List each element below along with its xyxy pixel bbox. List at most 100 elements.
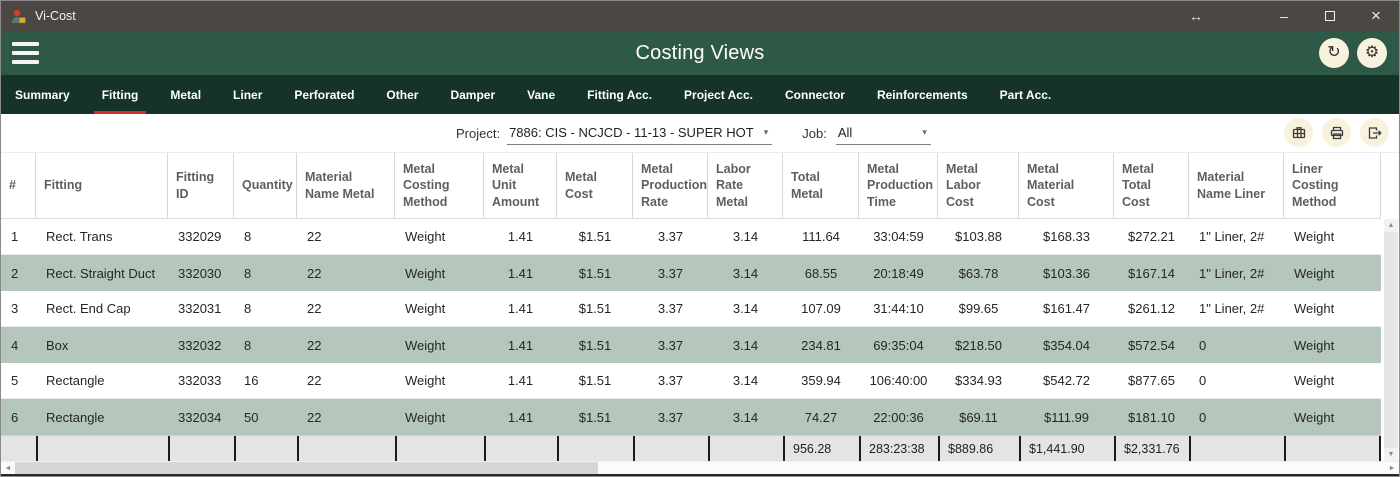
tab-connector[interactable]: Connector — [785, 75, 845, 114]
job-label: Job: — [802, 126, 827, 141]
column-header-metal-production-rate[interactable]: Metal Production Rate — [633, 153, 708, 218]
tab-vane[interactable]: Vane — [527, 75, 555, 114]
column-header-metal-production-time[interactable]: Metal Production Time — [859, 153, 938, 218]
column-header-metal-unit-amount[interactable]: Metal Unit Amount — [484, 153, 557, 218]
vertical-scrollbar[interactable]: ▲ ▼ — [1384, 219, 1398, 461]
table-cell: 332032 — [168, 327, 234, 363]
table-cell: 234.81 — [783, 327, 859, 363]
table-cell: 1.41 — [484, 219, 557, 254]
table-cell: 3.14 — [708, 399, 783, 435]
column-header-labor-rate-metal[interactable]: Labor Rate Metal — [708, 153, 783, 218]
scroll-left-icon[interactable]: ◄ — [1, 462, 15, 474]
table-cell: $572.54 — [1114, 327, 1189, 363]
column-header-metal-total-cost[interactable]: Metal Total Cost — [1114, 153, 1189, 218]
table-cell: 33:04:59 — [859, 219, 938, 254]
tab-perforated[interactable]: Perforated — [294, 75, 354, 114]
tab-reinforcements[interactable]: Reinforcements — [877, 75, 968, 114]
table-cell: 107.09 — [783, 291, 859, 326]
table-cell: $103.88 — [938, 219, 1019, 254]
table-cell: 5 — [1, 363, 36, 398]
totals-cell — [484, 436, 557, 461]
tab-other[interactable]: Other — [386, 75, 418, 114]
gear-icon: ⚙ — [1365, 45, 1379, 61]
column-header-material-name-liner[interactable]: Material Name Liner — [1189, 153, 1284, 218]
table-cell: 3.14 — [708, 219, 783, 254]
totals-cell — [1189, 436, 1284, 461]
project-dropdown[interactable]: 7886: CIS - NCJCD - 11-13 - SUPER HOT ▾ — [507, 122, 772, 145]
table-row[interactable]: 3Rect. End Cap332031822Weight1.41$1.513.… — [1, 291, 1381, 327]
table-cell: 3.37 — [633, 219, 708, 254]
column-header-metal-material-cost[interactable]: Metal Material Cost — [1019, 153, 1114, 218]
column-header-metal-costing-method[interactable]: Metal Costing Method — [395, 153, 484, 218]
table-cell: Rect. Trans — [36, 219, 168, 254]
tab-part-acc[interactable]: Part Acc. — [1000, 75, 1052, 114]
tab-fitting[interactable]: Fitting — [102, 75, 139, 114]
scroll-right-icon[interactable]: ► — [1385, 462, 1399, 474]
vertical-scrollbar-thumb[interactable] — [1384, 232, 1398, 448]
table-cell: 359.94 — [783, 363, 859, 398]
column-header-metal-cost[interactable]: Metal Cost — [557, 153, 633, 218]
scroll-down-icon[interactable]: ▼ — [1388, 448, 1395, 461]
maximize-button[interactable] — [1307, 1, 1353, 31]
column-header-total-metal[interactable]: Total Metal — [783, 153, 859, 218]
export-arrow-icon — [1367, 125, 1383, 141]
column-header-[interactable]: # — [1, 153, 36, 218]
table-row[interactable]: 1Rect. Trans332029822Weight1.41$1.513.37… — [1, 219, 1381, 255]
export-button[interactable] — [1360, 118, 1389, 147]
tab-liner[interactable]: Liner — [233, 75, 262, 114]
scroll-up-icon[interactable]: ▲ — [1388, 219, 1395, 232]
close-button[interactable]: × — [1353, 1, 1399, 31]
totals-cell — [1, 436, 36, 461]
table-row[interactable]: 2Rect. Straight Duct332030822Weight1.41$… — [1, 255, 1381, 291]
table-cell: $168.33 — [1019, 219, 1114, 254]
table-cell: $167.14 — [1114, 255, 1189, 291]
totals-cell — [708, 436, 783, 461]
table-cell: 1.41 — [484, 291, 557, 326]
table-cell: $1.51 — [557, 219, 633, 254]
print-button[interactable] — [1322, 118, 1351, 147]
table-cell: 332034 — [168, 399, 234, 435]
tab-fitting-acc[interactable]: Fitting Acc. — [587, 75, 652, 114]
tab-damper[interactable]: Damper — [450, 75, 495, 114]
column-header-liner-costing-method[interactable]: Liner Costing Method — [1284, 153, 1381, 218]
totals-cell — [297, 436, 395, 461]
table-cell: 0 — [1189, 327, 1284, 363]
header-actions: ↻ ⚙ — [1319, 38, 1387, 68]
table-cell: $181.10 — [1114, 399, 1189, 435]
table-cell: 3.14 — [708, 291, 783, 326]
job-dropdown[interactable]: All ▾ — [836, 122, 931, 145]
table-cell: $69.11 — [938, 399, 1019, 435]
table-cell: Weight — [1284, 291, 1381, 326]
table-cell: 1" Liner, 2# — [1189, 219, 1284, 254]
column-header-quantity[interactable]: Quantity — [234, 153, 297, 218]
table-cell: 3.37 — [633, 363, 708, 398]
table-row[interactable]: 5Rectangle3320331622Weight1.41$1.513.373… — [1, 363, 1381, 399]
column-header-fitting[interactable]: Fitting — [36, 153, 168, 218]
table-row[interactable]: 6Rectangle3320345022Weight1.41$1.513.373… — [1, 399, 1381, 435]
column-header-material-name-metal[interactable]: Material Name Metal — [297, 153, 395, 218]
title-bar: Vi-Cost ↔ – × — [1, 1, 1399, 31]
refresh-button[interactable]: ↻ — [1319, 38, 1349, 68]
totals-cell: $2,331.76 — [1114, 436, 1189, 461]
table-cell: $334.93 — [938, 363, 1019, 398]
table-cell: $1.51 — [557, 255, 633, 291]
table-cell: 1" Liner, 2# — [1189, 291, 1284, 326]
close-icon: × — [1371, 6, 1381, 26]
table-cell: $1.51 — [557, 291, 633, 326]
tab-summary[interactable]: Summary — [15, 75, 70, 114]
tab-metal[interactable]: Metal — [170, 75, 201, 114]
tab-project-acc[interactable]: Project Acc. — [684, 75, 753, 114]
minimize-button[interactable]: – — [1261, 1, 1307, 31]
horizontal-scrollbar[interactable]: ◄ ► — [1, 461, 1399, 474]
horizontal-scrollbar-thumb[interactable] — [15, 462, 598, 474]
table-row[interactable]: 4Box332032822Weight1.41$1.513.373.14234.… — [1, 327, 1381, 363]
column-header-metal-labor-cost[interactable]: Metal Labor Cost — [938, 153, 1019, 218]
export-spreadsheet-button[interactable] — [1284, 118, 1313, 147]
column-header-fitting-id[interactable]: Fitting ID — [168, 153, 234, 218]
table-cell: 22 — [297, 219, 395, 254]
settings-button[interactable]: ⚙ — [1357, 38, 1387, 68]
table-cell: Weight — [395, 291, 484, 326]
table-cell: Weight — [1284, 255, 1381, 291]
table-cell: 22 — [297, 363, 395, 398]
resize-arrows-icon[interactable]: ↔ — [1189, 8, 1203, 24]
